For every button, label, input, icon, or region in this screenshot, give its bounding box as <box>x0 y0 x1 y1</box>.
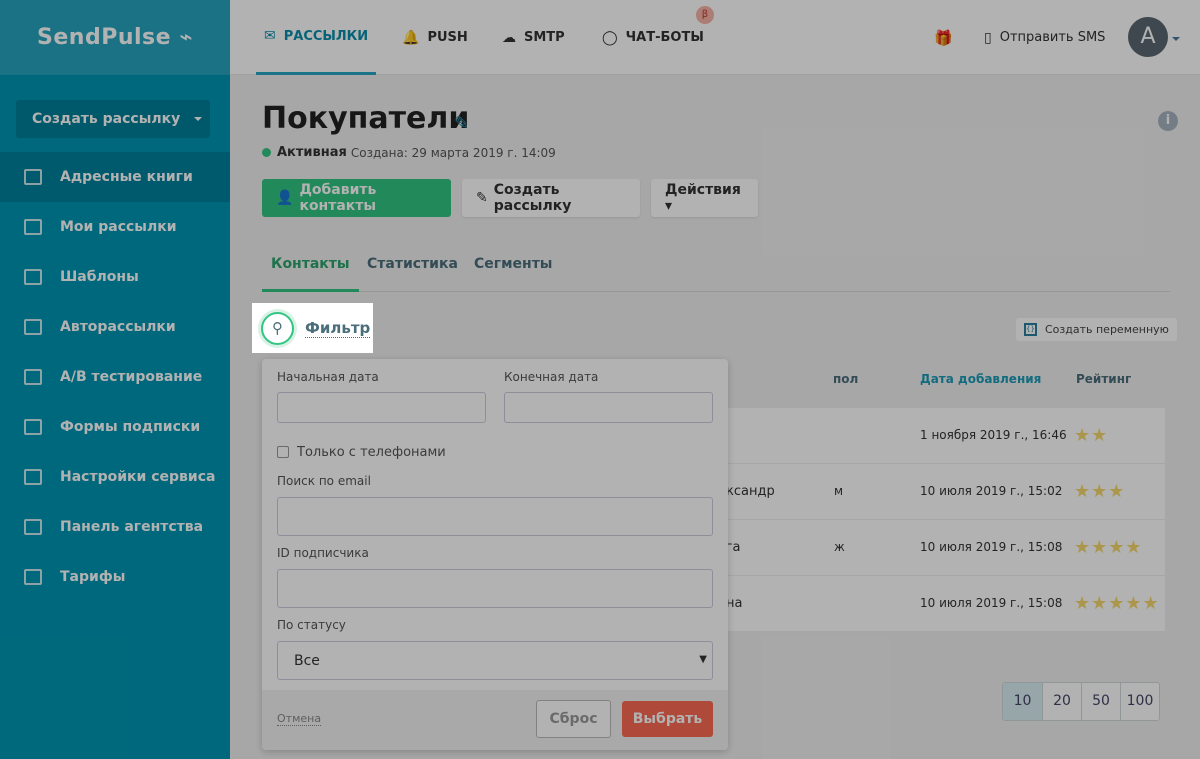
filter-button[interactable]: ⚲ Фильтр <box>252 303 373 353</box>
modal-overlay[interactable] <box>0 0 1200 759</box>
search-icon: ⚲ <box>261 311 294 345</box>
